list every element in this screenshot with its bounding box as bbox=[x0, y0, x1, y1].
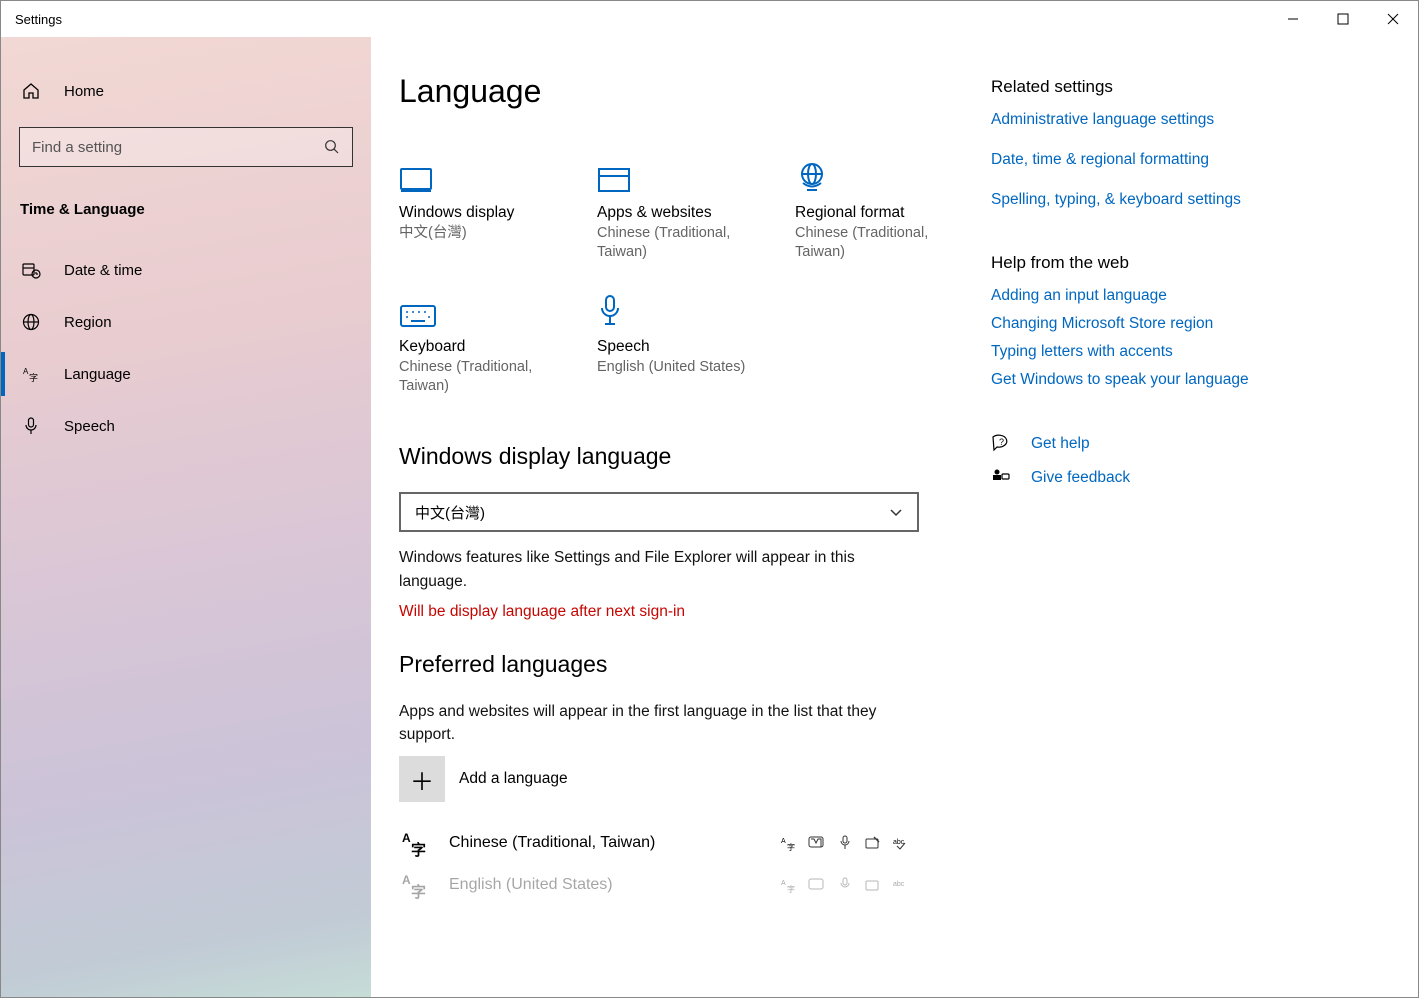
get-help[interactable]: ? Get help bbox=[991, 433, 1341, 455]
language-glyph-icon: A字 bbox=[399, 826, 433, 860]
display-language-warning: Will be display language after next sign… bbox=[399, 603, 991, 621]
display-language-dropdown[interactable]: 中文(台灣) bbox=[399, 492, 919, 532]
link-adding-input-language[interactable]: Adding an input language bbox=[991, 287, 1341, 305]
tile-title: Speech bbox=[597, 338, 755, 356]
lang-tts-icon bbox=[807, 875, 827, 895]
svg-text:字: 字 bbox=[29, 372, 38, 383]
lang-display-icon: A字 bbox=[779, 833, 799, 853]
language-name: Chinese (Traditional, Taiwan) bbox=[449, 834, 655, 852]
tile-apps-websites[interactable]: Apps & websites Chinese (Traditional, Ta… bbox=[597, 154, 755, 262]
related-settings-heading: Related settings bbox=[991, 77, 1341, 97]
date-time-icon bbox=[20, 259, 42, 281]
give-feedback[interactable]: Give feedback bbox=[991, 467, 1341, 489]
link-typing-accents[interactable]: Typing letters with accents bbox=[991, 343, 1341, 361]
globe-stand-icon bbox=[795, 154, 953, 194]
mic-icon bbox=[20, 415, 42, 437]
svg-text:A: A bbox=[781, 838, 786, 845]
maximize-button[interactable] bbox=[1318, 1, 1368, 37]
page-title: Language bbox=[399, 73, 991, 110]
link-admin-lang-settings[interactable]: Administrative language settings bbox=[991, 111, 1341, 129]
lang-speech-icon bbox=[835, 875, 855, 895]
tile-windows-display[interactable]: Windows display 中文(台灣) bbox=[399, 154, 557, 262]
lang-spellcheck-icon: abc bbox=[891, 875, 911, 895]
monitor-icon bbox=[399, 154, 557, 194]
close-button[interactable] bbox=[1368, 1, 1418, 37]
help-icon: ? bbox=[991, 433, 1013, 455]
svg-text:?: ? bbox=[999, 437, 1004, 447]
language-item[interactable]: A字 English (United States) A字 abc bbox=[399, 864, 919, 906]
language-item[interactable]: A字 Chinese (Traditional, Taiwan) A字 abc bbox=[399, 822, 919, 864]
tile-sub: Chinese (Traditional, Taiwan) bbox=[795, 224, 953, 262]
sidebar-home[interactable]: Home bbox=[1, 65, 371, 117]
search-input-wrap[interactable] bbox=[19, 127, 353, 167]
svg-text:字: 字 bbox=[411, 883, 426, 900]
link-spelling-typing-keyboard[interactable]: Spelling, typing, & keyboard settings bbox=[991, 191, 1341, 209]
link-changing-store-region[interactable]: Changing Microsoft Store region bbox=[991, 315, 1341, 333]
tile-title: Windows display bbox=[399, 204, 557, 222]
svg-text:abc: abc bbox=[893, 881, 905, 888]
help-heading: Help from the web bbox=[991, 253, 1341, 273]
svg-text:A: A bbox=[402, 873, 411, 887]
tile-keyboard[interactable]: Keyboard Chinese (Traditional, Taiwan) bbox=[399, 288, 557, 396]
preferred-languages-desc: Apps and websites will appear in the fir… bbox=[399, 700, 919, 747]
tile-title: Keyboard bbox=[399, 338, 557, 356]
sidebar-item-region[interactable]: Region bbox=[1, 296, 371, 348]
sidebar-item-language[interactable]: A字 Language bbox=[1, 348, 371, 400]
link-windows-speak-language[interactable]: Get Windows to speak your language bbox=[991, 371, 1341, 389]
add-language-label: Add a language bbox=[459, 770, 568, 788]
svg-text:A: A bbox=[781, 880, 786, 887]
language-name: English (United States) bbox=[449, 876, 613, 894]
tile-speech[interactable]: Speech English (United States) bbox=[597, 288, 755, 396]
svg-text:A: A bbox=[402, 831, 411, 845]
svg-text:字: 字 bbox=[787, 884, 795, 894]
give-feedback-link[interactable]: Give feedback bbox=[1031, 469, 1130, 487]
tile-sub: English (United States) bbox=[597, 358, 755, 377]
tile-sub: 中文(台灣) bbox=[399, 224, 557, 243]
svg-text:字: 字 bbox=[787, 842, 795, 852]
section-display-language: Windows display language bbox=[399, 443, 991, 470]
dropdown-value: 中文(台灣) bbox=[415, 502, 485, 523]
sidebar-item-label: Speech bbox=[64, 418, 115, 435]
link-date-time-formatting[interactable]: Date, time & regional formatting bbox=[991, 151, 1341, 169]
tile-title: Apps & websites bbox=[597, 204, 755, 222]
globe-icon bbox=[20, 311, 42, 333]
get-help-link[interactable]: Get help bbox=[1031, 435, 1090, 453]
sidebar-item-date-time[interactable]: Date & time bbox=[1, 244, 371, 296]
sidebar-item-label: Language bbox=[64, 366, 131, 383]
search-input[interactable] bbox=[32, 139, 294, 156]
language-glyph-icon: A字 bbox=[399, 868, 433, 902]
mic-icon bbox=[597, 288, 755, 328]
tile-sub: Chinese (Traditional, Taiwan) bbox=[399, 358, 557, 396]
lang-spellcheck-icon: abc bbox=[891, 833, 911, 853]
home-icon bbox=[20, 80, 42, 102]
sidebar-item-label: Date & time bbox=[64, 262, 142, 279]
lang-handwriting-icon bbox=[863, 833, 883, 853]
sidebar-section-title: Time & Language bbox=[1, 185, 371, 232]
browser-icon bbox=[597, 154, 755, 194]
plus-icon: ＋ bbox=[399, 756, 445, 802]
sidebar-item-speech[interactable]: Speech bbox=[1, 400, 371, 452]
tile-regional-format[interactable]: Regional format Chinese (Traditional, Ta… bbox=[795, 154, 953, 262]
feedback-icon bbox=[991, 467, 1013, 489]
window-title: Settings bbox=[15, 12, 62, 27]
lang-handwriting-icon bbox=[863, 875, 883, 895]
tile-title: Regional format bbox=[795, 204, 953, 222]
language-icon: A字 bbox=[20, 363, 42, 385]
minimize-button[interactable] bbox=[1268, 1, 1318, 37]
lang-speech-icon bbox=[835, 833, 855, 853]
tile-sub: Chinese (Traditional, Taiwan) bbox=[597, 224, 755, 262]
sidebar-item-label: Region bbox=[64, 314, 112, 331]
lang-display-icon: A字 bbox=[779, 875, 799, 895]
keyboard-icon bbox=[399, 288, 557, 328]
lang-tts-icon bbox=[807, 833, 827, 853]
section-preferred-languages: Preferred languages bbox=[399, 651, 991, 678]
sidebar: Home Time & Language Date & time bbox=[1, 37, 371, 997]
add-language-button[interactable]: ＋ Add a language bbox=[399, 756, 919, 802]
chevron-down-icon bbox=[889, 505, 903, 519]
svg-text:字: 字 bbox=[411, 841, 426, 858]
search-icon bbox=[324, 139, 340, 155]
sidebar-home-label: Home bbox=[64, 83, 104, 100]
display-language-desc: Windows features like Settings and File … bbox=[399, 546, 919, 593]
